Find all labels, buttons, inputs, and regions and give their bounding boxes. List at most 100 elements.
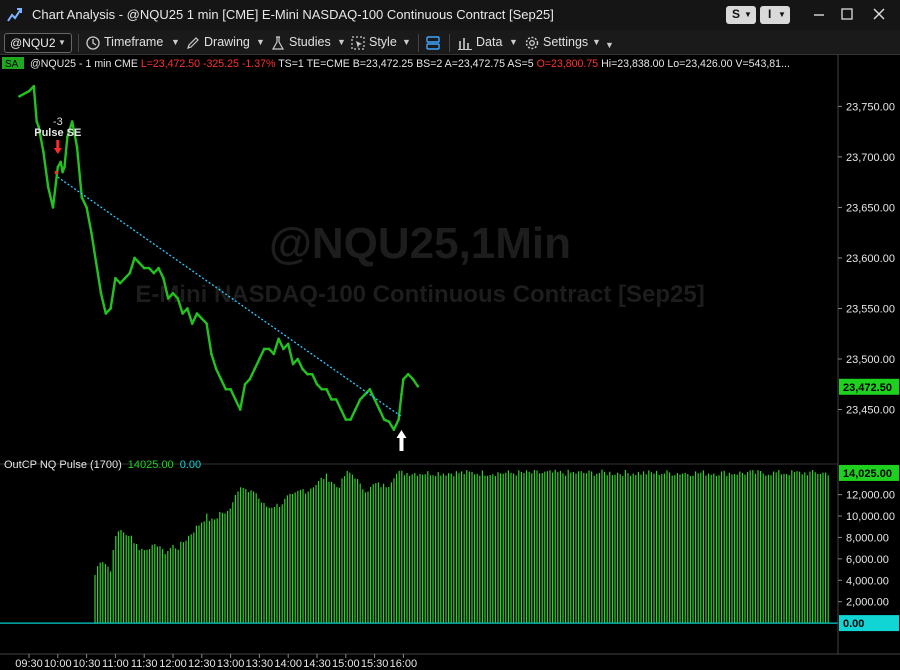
price-point [56, 165, 60, 169]
status-line-part: BS=2 [413, 58, 442, 70]
price-tick-label: 23,600.00 [846, 253, 895, 265]
time-tick-label: 14:00 [274, 658, 302, 670]
price-tick-label: 23,700.00 [846, 152, 895, 164]
time-tick-label: 14:30 [303, 658, 331, 670]
price-point [397, 418, 400, 421]
price-point [109, 307, 112, 310]
price-point [85, 206, 88, 209]
price-point [238, 408, 242, 411]
price-point [229, 388, 232, 391]
price-point [272, 352, 276, 356]
price-point [162, 276, 165, 280]
price-point [51, 206, 55, 209]
price-point [406, 372, 410, 376]
status-line-part: B=23,472.25 [350, 58, 413, 70]
price-point [392, 428, 396, 432]
price-point [253, 367, 256, 371]
price-point [63, 165, 66, 169]
price-point [214, 367, 218, 371]
status-line-part: AS=5 [505, 58, 534, 70]
pulse-tick-label: 8,000.00 [846, 532, 889, 544]
price-tick-label: 23,650.00 [846, 202, 895, 214]
price-point [339, 408, 343, 411]
price-point [400, 393, 403, 396]
price-point [42, 150, 45, 154]
price-point [35, 120, 38, 123]
price-point [90, 231, 93, 234]
entry-marker [54, 171, 58, 175]
price-tick-label: 23,550.00 [846, 303, 895, 315]
price-point [142, 266, 146, 270]
price-point [344, 418, 348, 421]
status-line-part: A=23,472.75 [442, 58, 505, 70]
status-line-part: O=23,800.75 [534, 58, 599, 70]
sa-badge-label: SA [5, 59, 19, 70]
price-point [195, 312, 199, 315]
pulse-tick-label: 10,000.00 [846, 511, 895, 523]
price-point [373, 398, 376, 401]
price-point [219, 377, 223, 381]
price-point [32, 84, 36, 88]
price-point [123, 276, 127, 280]
price-point [411, 377, 415, 381]
time-tick-label: 16:00 [390, 658, 418, 670]
price-point [59, 160, 62, 164]
price-point [224, 388, 228, 391]
buy-arrow-icon [396, 430, 407, 451]
price-point [171, 292, 175, 295]
time-tick-label: 10:30 [73, 658, 101, 670]
status-line-part: Hi=23,838.00 [598, 58, 664, 70]
price-point [205, 322, 208, 325]
pulse-tick-label: 6,000.00 [846, 554, 889, 566]
status-line-part: -1.37% [239, 58, 276, 70]
price-point [157, 266, 160, 270]
price-point [387, 420, 391, 423]
status-line-part: -325.25 [200, 58, 239, 70]
price-point [402, 377, 405, 381]
price-point [75, 145, 79, 149]
price-point [200, 317, 204, 320]
status-line-part: @NQU25 - 1 min CME [30, 58, 138, 70]
price-point [325, 388, 328, 391]
last-price-label: 23,472.50 [843, 382, 892, 394]
time-tick-label: 15:00 [332, 658, 360, 670]
pulse-tick-label: 12,000.00 [846, 490, 895, 502]
price-point [104, 312, 108, 315]
price-point [330, 398, 333, 401]
price-point [99, 292, 103, 295]
price-point [320, 388, 324, 391]
price-tick-label: 23,500.00 [846, 354, 895, 366]
indicator-value-2: 0.00 [180, 459, 201, 471]
time-tick-label: 12:30 [188, 658, 216, 670]
watermark-symbol: @NQU25,1Min [269, 219, 571, 268]
price-point [378, 408, 381, 411]
price-point [61, 170, 64, 174]
price-point [315, 382, 319, 386]
price-point [27, 89, 31, 93]
time-tick-label: 11:30 [131, 658, 158, 670]
price-point [118, 281, 122, 285]
time-tick-label: 13:00 [217, 658, 245, 670]
indicator-name: OutCP NQ Pulse (1700) [4, 459, 122, 471]
price-point [306, 372, 309, 376]
time-tick-label: 15:30 [361, 658, 389, 670]
price-point [70, 120, 74, 123]
price-point [310, 372, 314, 376]
price-point [18, 94, 21, 98]
pulse-value-label: 14,025.00 [843, 468, 892, 480]
sell-arrow-icon [53, 140, 62, 154]
time-tick-label: 13:30 [246, 658, 274, 670]
price-point [80, 196, 84, 199]
price-point [416, 384, 420, 388]
time-tick-label: 12:00 [159, 658, 187, 670]
pulse-tick-label: 4,000.00 [846, 575, 889, 587]
price-point [301, 367, 304, 371]
price-point [114, 276, 117, 280]
status-line-part: TE=CME [304, 58, 350, 70]
price-point [277, 337, 280, 341]
price-tick-label: 23,750.00 [846, 101, 895, 113]
price-point [291, 362, 295, 366]
price-point [368, 388, 372, 391]
chart-canvas[interactable]: @NQU25,1Min E-Mini NASDAQ-100 Continuous … [0, 0, 900, 670]
price-point [267, 347, 271, 351]
